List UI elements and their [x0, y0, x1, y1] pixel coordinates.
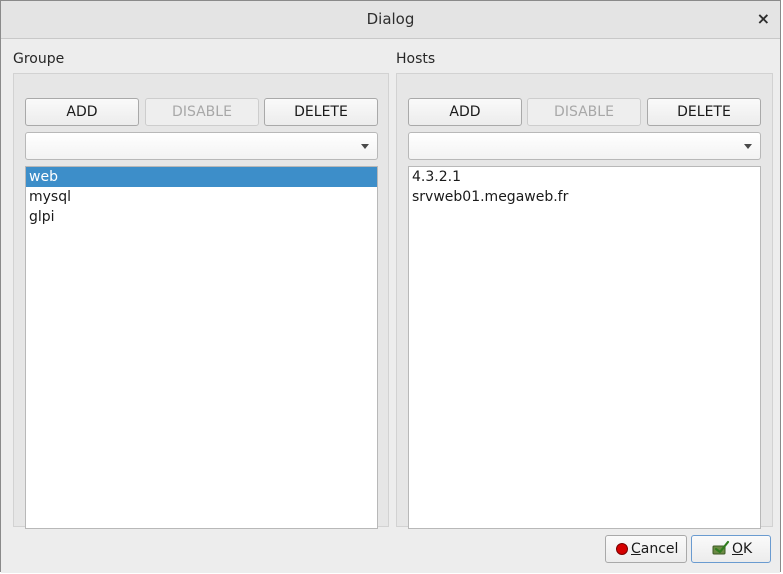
- ok-button[interactable]: OK: [691, 535, 771, 563]
- hosts-list[interactable]: 4.3.2.1 srvweb01.megaweb.fr: [408, 166, 761, 529]
- dialog-body: Groupe ADD DISABLE DELETE web mysql glpi…: [1, 39, 780, 573]
- groupe-frame: ADD DISABLE DELETE web mysql glpi: [13, 73, 389, 529]
- groupe-delete-button[interactable]: DELETE: [264, 98, 378, 126]
- groupe-list[interactable]: web mysql glpi: [25, 166, 378, 529]
- check-icon: [712, 540, 730, 555]
- groupe-disable-button[interactable]: DISABLE: [145, 98, 259, 126]
- groupe-add-button[interactable]: ADD: [25, 98, 139, 126]
- window-title: Dialog: [366, 10, 415, 28]
- hosts-combobox[interactable]: [408, 132, 761, 160]
- list-item[interactable]: mysql: [26, 187, 377, 207]
- hosts-delete-button[interactable]: DELETE: [647, 98, 761, 126]
- cancel-button[interactable]: Cancel: [605, 535, 687, 563]
- cancel-label: ancel: [640, 541, 679, 557]
- hosts-title: Hosts: [396, 51, 436, 67]
- close-icon[interactable]: ×: [757, 9, 770, 28]
- hosts-frame: ADD DISABLE DELETE 4.3.2.1 srvweb01.mega…: [396, 73, 773, 529]
- chevron-down-icon: [361, 144, 369, 149]
- cancel-mnemonic: C: [631, 541, 641, 557]
- list-item[interactable]: glpi: [26, 207, 377, 227]
- list-item[interactable]: srvweb01.megaweb.fr: [409, 187, 760, 207]
- hosts-add-button[interactable]: ADD: [408, 98, 522, 126]
- chevron-down-icon: [744, 144, 752, 149]
- ok-label: K: [743, 541, 753, 557]
- groupe-combobox[interactable]: [25, 132, 378, 160]
- ok-mnemonic: O: [732, 541, 744, 557]
- groupe-title: Groupe: [13, 51, 65, 67]
- list-item[interactable]: web: [26, 167, 377, 187]
- list-item[interactable]: 4.3.2.1: [409, 167, 760, 187]
- title-bar[interactable]: Dialog ×: [1, 1, 780, 39]
- groupe-panel: Groupe ADD DISABLE DELETE web mysql glpi: [13, 51, 389, 529]
- hosts-panel: Hosts ADD DISABLE DELETE 4.3.2.1 srvweb0…: [396, 51, 773, 529]
- hosts-disable-button[interactable]: DISABLE: [527, 98, 641, 126]
- stop-icon: [616, 543, 628, 555]
- dialog-window: Dialog × Groupe ADD DISABLE DELETE web m…: [0, 0, 781, 573]
